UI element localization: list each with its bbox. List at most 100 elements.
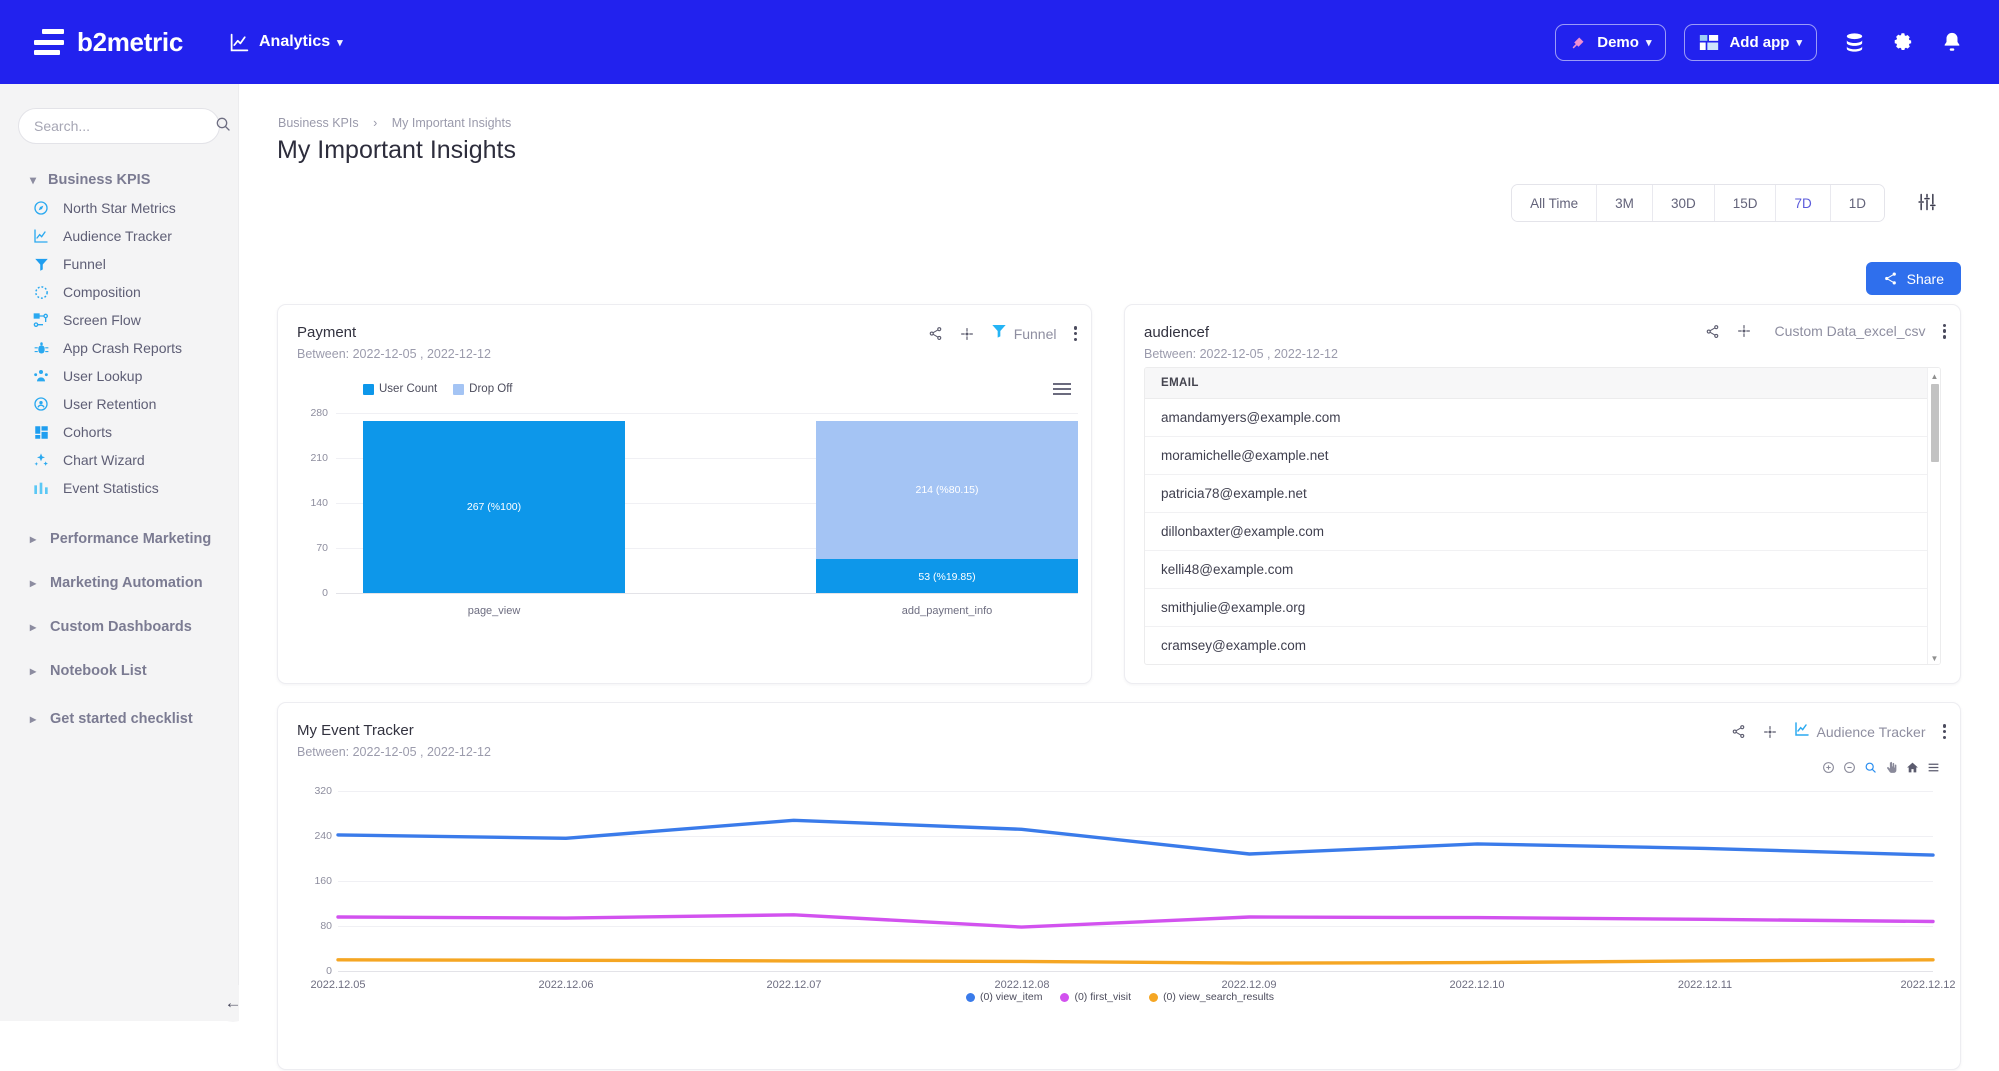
sidebar-item-label: Cohorts bbox=[63, 424, 113, 440]
series-first-visit bbox=[336, 913, 1935, 929]
sidebar-section-label: Marketing Automation bbox=[50, 575, 203, 591]
x-tick: 2022.12.07 bbox=[766, 979, 822, 991]
bar-label-user-count: 53 (%19.85) bbox=[918, 571, 976, 583]
composition-icon bbox=[30, 283, 52, 301]
share-button[interactable]: Share bbox=[1865, 262, 1961, 295]
chevron-down-icon: ▾ bbox=[1645, 36, 1652, 49]
table-row[interactable]: patricia78@example.net bbox=[1145, 475, 1940, 513]
x-tick: 2022.12.11 bbox=[1677, 979, 1733, 991]
sidebar-item-user-retention[interactable]: User Retention bbox=[30, 390, 238, 418]
add-app-label: Add app bbox=[1729, 33, 1790, 51]
payment-funnel-card: Payment Between: 2022-12-05 , 2022-12-12 bbox=[277, 304, 1092, 684]
table-row[interactable]: dillonbaxter@example.com bbox=[1145, 513, 1940, 551]
legend-dot bbox=[1149, 992, 1159, 1002]
sidebar-item-screen-flow[interactable]: Screen Flow bbox=[30, 306, 238, 334]
sidebar-item-cohorts[interactable]: Cohorts bbox=[30, 418, 238, 446]
bug-icon bbox=[30, 339, 52, 357]
y-tick-210: 210 bbox=[310, 452, 328, 464]
sliders-icon[interactable] bbox=[1917, 192, 1937, 212]
sidebar-item-north-star-metrics[interactable]: North Star Metrics bbox=[30, 194, 238, 222]
sidebar-item-label: Audience Tracker bbox=[63, 228, 172, 244]
x-tick: 2022.12.10 bbox=[1449, 979, 1505, 991]
sidebar-section-custom-dashboards[interactable]: ▸ Custom Dashboards bbox=[30, 612, 238, 642]
sidebar-item-user-lookup[interactable]: User Lookup bbox=[30, 362, 238, 390]
bell-icon[interactable] bbox=[1941, 31, 1963, 53]
sidebar-item-label: App Crash Reports bbox=[63, 340, 183, 356]
add-app-dropdown[interactable]: Add app ▾ bbox=[1684, 23, 1817, 61]
table-row[interactable]: kelli48@example.com bbox=[1145, 551, 1940, 589]
axis-line bbox=[336, 593, 1078, 594]
sidebar-section-marketing-automation[interactable]: ▸ Marketing Automation bbox=[30, 568, 238, 598]
event-tracker-card: My Event Tracker Between: 2022-12-05 , 2… bbox=[277, 702, 1961, 1070]
chevron-right-icon: ▸ bbox=[30, 620, 37, 634]
share-icon[interactable] bbox=[1705, 324, 1720, 339]
chevron-right-icon: ▸ bbox=[30, 576, 37, 590]
table-row[interactable]: cramsey@example.com bbox=[1145, 627, 1940, 664]
sidebar-item-composition[interactable]: Composition bbox=[30, 278, 238, 306]
funnel-plot: 280 210 140 70 0 267 (%100) 214 (%80.15)… bbox=[278, 305, 1093, 685]
legend-item-view-search-results[interactable]: (0) view_search_results bbox=[1149, 991, 1274, 1003]
table-row[interactable]: moramichelle@example.net bbox=[1145, 437, 1940, 475]
range-15d[interactable]: 15D bbox=[1714, 185, 1777, 221]
share-icon bbox=[1883, 271, 1898, 286]
sidebar-section-performance-marketing[interactable]: ▸ Performance Marketing bbox=[30, 524, 238, 554]
sidebar-items: North Star Metrics Audience Tracker Funn… bbox=[0, 194, 238, 502]
table-row[interactable]: amandamyers@example.com bbox=[1145, 399, 1940, 437]
chevron-down-icon: ▾ bbox=[30, 173, 37, 187]
table-row[interactable]: smithjulie@example.org bbox=[1145, 589, 1940, 627]
demo-label: Demo bbox=[1597, 33, 1639, 51]
sidebar-item-label: User Lookup bbox=[63, 368, 143, 384]
events-legend: (0) view_item (0) first_visit (0) view_s… bbox=[278, 991, 1962, 1003]
scroll-down-icon[interactable]: ▼ bbox=[1928, 651, 1940, 664]
sidebar-section-label: Performance Marketing bbox=[50, 531, 212, 547]
breadcrumb-root[interactable]: Business KPIs bbox=[278, 116, 359, 130]
table-scrollbar[interactable]: ▲ ▼ bbox=[1927, 368, 1940, 664]
search-icon[interactable] bbox=[215, 116, 231, 137]
search-box[interactable] bbox=[18, 108, 230, 144]
x-tick-page-view: page_view bbox=[467, 605, 521, 617]
brand-logo[interactable]: b2metric bbox=[34, 27, 183, 58]
search-input[interactable] bbox=[34, 118, 215, 134]
sidebar-section-notebook-list[interactable]: ▸ Notebook List bbox=[30, 656, 238, 686]
cell-email: smithjulie@example.org bbox=[1161, 600, 1306, 615]
breadcrumb: Business KPIs › My Important Insights bbox=[278, 116, 511, 130]
table-header: EMAIL bbox=[1145, 368, 1940, 399]
sidebar-item-audience-tracker[interactable]: Audience Tracker bbox=[30, 222, 238, 250]
card-type-custom-data[interactable]: Custom Data_excel_csv bbox=[1768, 323, 1926, 339]
audience-table-card: audiencef Between: 2022-12-05 , 2022-12-… bbox=[1124, 304, 1961, 684]
apps-grid-icon bbox=[1699, 34, 1719, 51]
analytics-menu[interactable]: Analytics ▾ bbox=[229, 32, 343, 53]
range-7d[interactable]: 7D bbox=[1776, 185, 1831, 221]
sidebar-item-app-crash-reports[interactable]: App Crash Reports bbox=[30, 334, 238, 362]
range-1d[interactable]: 1D bbox=[1830, 185, 1884, 221]
sidebar-item-chart-wizard[interactable]: Chart Wizard bbox=[30, 446, 238, 474]
range-all-time[interactable]: All Time bbox=[1512, 185, 1598, 221]
database-icon[interactable] bbox=[1843, 31, 1866, 54]
legend-dot bbox=[966, 992, 976, 1002]
card-type-label: Custom Data_excel_csv bbox=[1774, 323, 1926, 339]
legend-item-view-item[interactable]: (0) view_item bbox=[966, 991, 1042, 1003]
sidebar-item-label: Composition bbox=[63, 284, 141, 300]
scroll-up-icon[interactable]: ▲ bbox=[1928, 369, 1940, 383]
demo-dropdown[interactable]: Demo ▾ bbox=[1555, 23, 1667, 61]
legend-item-first-visit[interactable]: (0) first_visit bbox=[1060, 991, 1131, 1003]
cell-email: amandamyers@example.com bbox=[1161, 410, 1341, 425]
y-tick-280: 280 bbox=[310, 407, 328, 419]
sidebar-item-event-statistics[interactable]: Event Statistics bbox=[30, 474, 238, 502]
sidebar-section-get-started-checklist[interactable]: ▸ Get started checklist bbox=[30, 704, 238, 734]
gear-icon[interactable] bbox=[1892, 31, 1915, 54]
x-tick: 2022.12.05 bbox=[310, 979, 366, 991]
sidebar-item-label: North Star Metrics bbox=[63, 200, 176, 216]
sidebar-item-funnel[interactable]: Funnel bbox=[30, 250, 238, 278]
breadcrumb-current: My Important Insights bbox=[391, 116, 512, 130]
drag-handle-icon[interactable] bbox=[1737, 324, 1751, 338]
kebab-menu-icon[interactable] bbox=[1942, 323, 1946, 339]
x-tick: 2022.12.12 bbox=[1900, 979, 1956, 991]
users-icon bbox=[30, 367, 52, 385]
range-30d[interactable]: 30D bbox=[1652, 185, 1715, 221]
series-view-search-results bbox=[336, 958, 1935, 965]
b2metric-logo-icon bbox=[34, 29, 64, 55]
scrollbar-thumb[interactable] bbox=[1930, 384, 1939, 462]
range-3m[interactable]: 3M bbox=[1597, 185, 1653, 221]
sidebar-group-business-kpis[interactable]: ▾ Business KPIS bbox=[30, 172, 238, 188]
